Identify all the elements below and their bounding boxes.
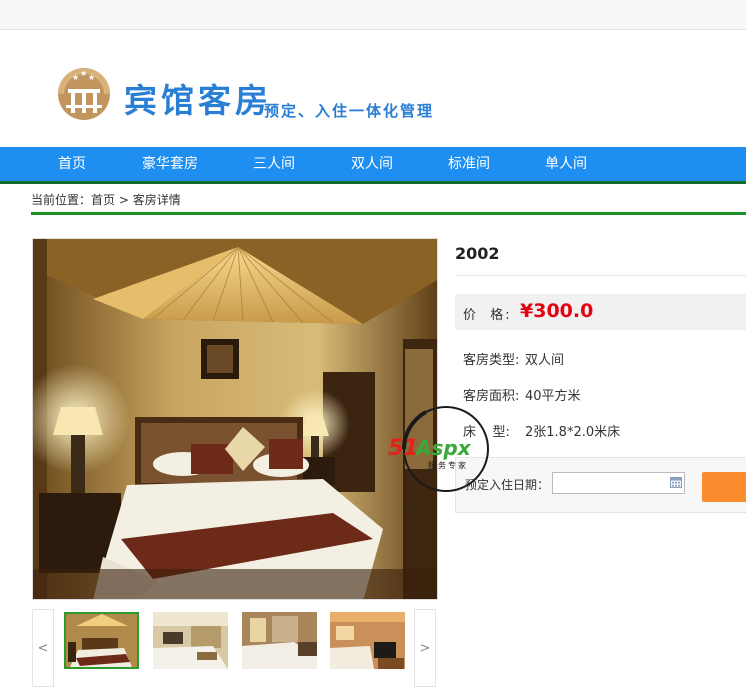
brand-watermark: 51 Aspx 服务专家 [388, 403, 512, 495]
breadcrumb: 当前位置：首页 > 客房详情 [31, 191, 181, 208]
gallery-thumb-3[interactable] [242, 612, 317, 669]
nav-item-triple-room[interactable]: 三人间 [244, 147, 304, 181]
nav-item-home[interactable]: 首页 [48, 147, 96, 181]
nav-item-double-room[interactable]: 双人间 [342, 147, 402, 181]
gallery-thumb-1[interactable] [64, 612, 139, 669]
breadcrumb-home-link[interactable]: 首页 [91, 193, 115, 207]
chevron-left-icon: < [37, 641, 49, 656]
room-main-photo [32, 238, 438, 600]
room-title: 2002 [455, 244, 500, 263]
svg-text:★: ★ [80, 69, 87, 78]
site-slogan: 预定、入住一体化管理 [264, 102, 435, 120]
price-value: ¥300.0 [520, 300, 594, 322]
svg-text:51: 51 [388, 436, 419, 461]
site-title: 宾馆客房 [124, 81, 272, 120]
room-type-label: 客房类型: [463, 353, 520, 368]
breadcrumb-divider [31, 212, 746, 215]
nav-item-luxury-suite[interactable]: 豪华套房 [135, 147, 205, 181]
room-type-value: 双人间 [525, 353, 565, 368]
thumbnail-gallery: < > [32, 609, 438, 687]
nav-item-standard-room[interactable]: 标准间 [439, 147, 499, 181]
chevron-right-icon: > [419, 641, 431, 656]
price-label: 价 格: [463, 308, 512, 323]
svg-text:★: ★ [88, 73, 95, 82]
breadcrumb-prefix: 当前位置： [31, 193, 92, 207]
site-header: ★ ★ ★ 宾馆客房 预定、入住一体化管理 [0, 30, 746, 147]
nav-item-single-room[interactable]: 单人间 [536, 147, 596, 181]
watermark-tagline: 服务专家 [428, 460, 468, 470]
hotel-logo-icon: ★ ★ ★ [58, 68, 110, 120]
top-bar [0, 0, 746, 30]
svg-text:★: ★ [72, 73, 79, 82]
gallery-thumb-2[interactable] [153, 612, 228, 669]
room-area-value: 40平方米 [525, 389, 581, 404]
watermark-brand: Aspx [414, 436, 472, 460]
checkin-date-input[interactable] [552, 472, 685, 494]
title-divider [455, 275, 746, 276]
room-area-row: 客房面积: 40平方米 [463, 385, 581, 404]
main-nav: 首页 豪华套房 三人间 双人间 标准间 单人间 [0, 147, 746, 184]
price-panel: 价 格: ¥300.0 [455, 294, 746, 330]
breadcrumb-separator: > [115, 193, 133, 207]
breadcrumb-current: 客房详情 [132, 193, 181, 207]
calendar-icon[interactable] [670, 477, 682, 488]
bed-type-value: 2张1.8*2.0米床 [525, 425, 621, 440]
gallery-prev-button[interactable]: < [32, 609, 54, 687]
room-area-label: 客房面积: [463, 389, 520, 404]
room-type-row: 客房类型: 双人间 [463, 349, 564, 368]
book-now-button[interactable] [702, 472, 746, 502]
gallery-thumb-4[interactable] [330, 612, 405, 669]
gallery-next-button[interactable]: > [414, 609, 436, 687]
